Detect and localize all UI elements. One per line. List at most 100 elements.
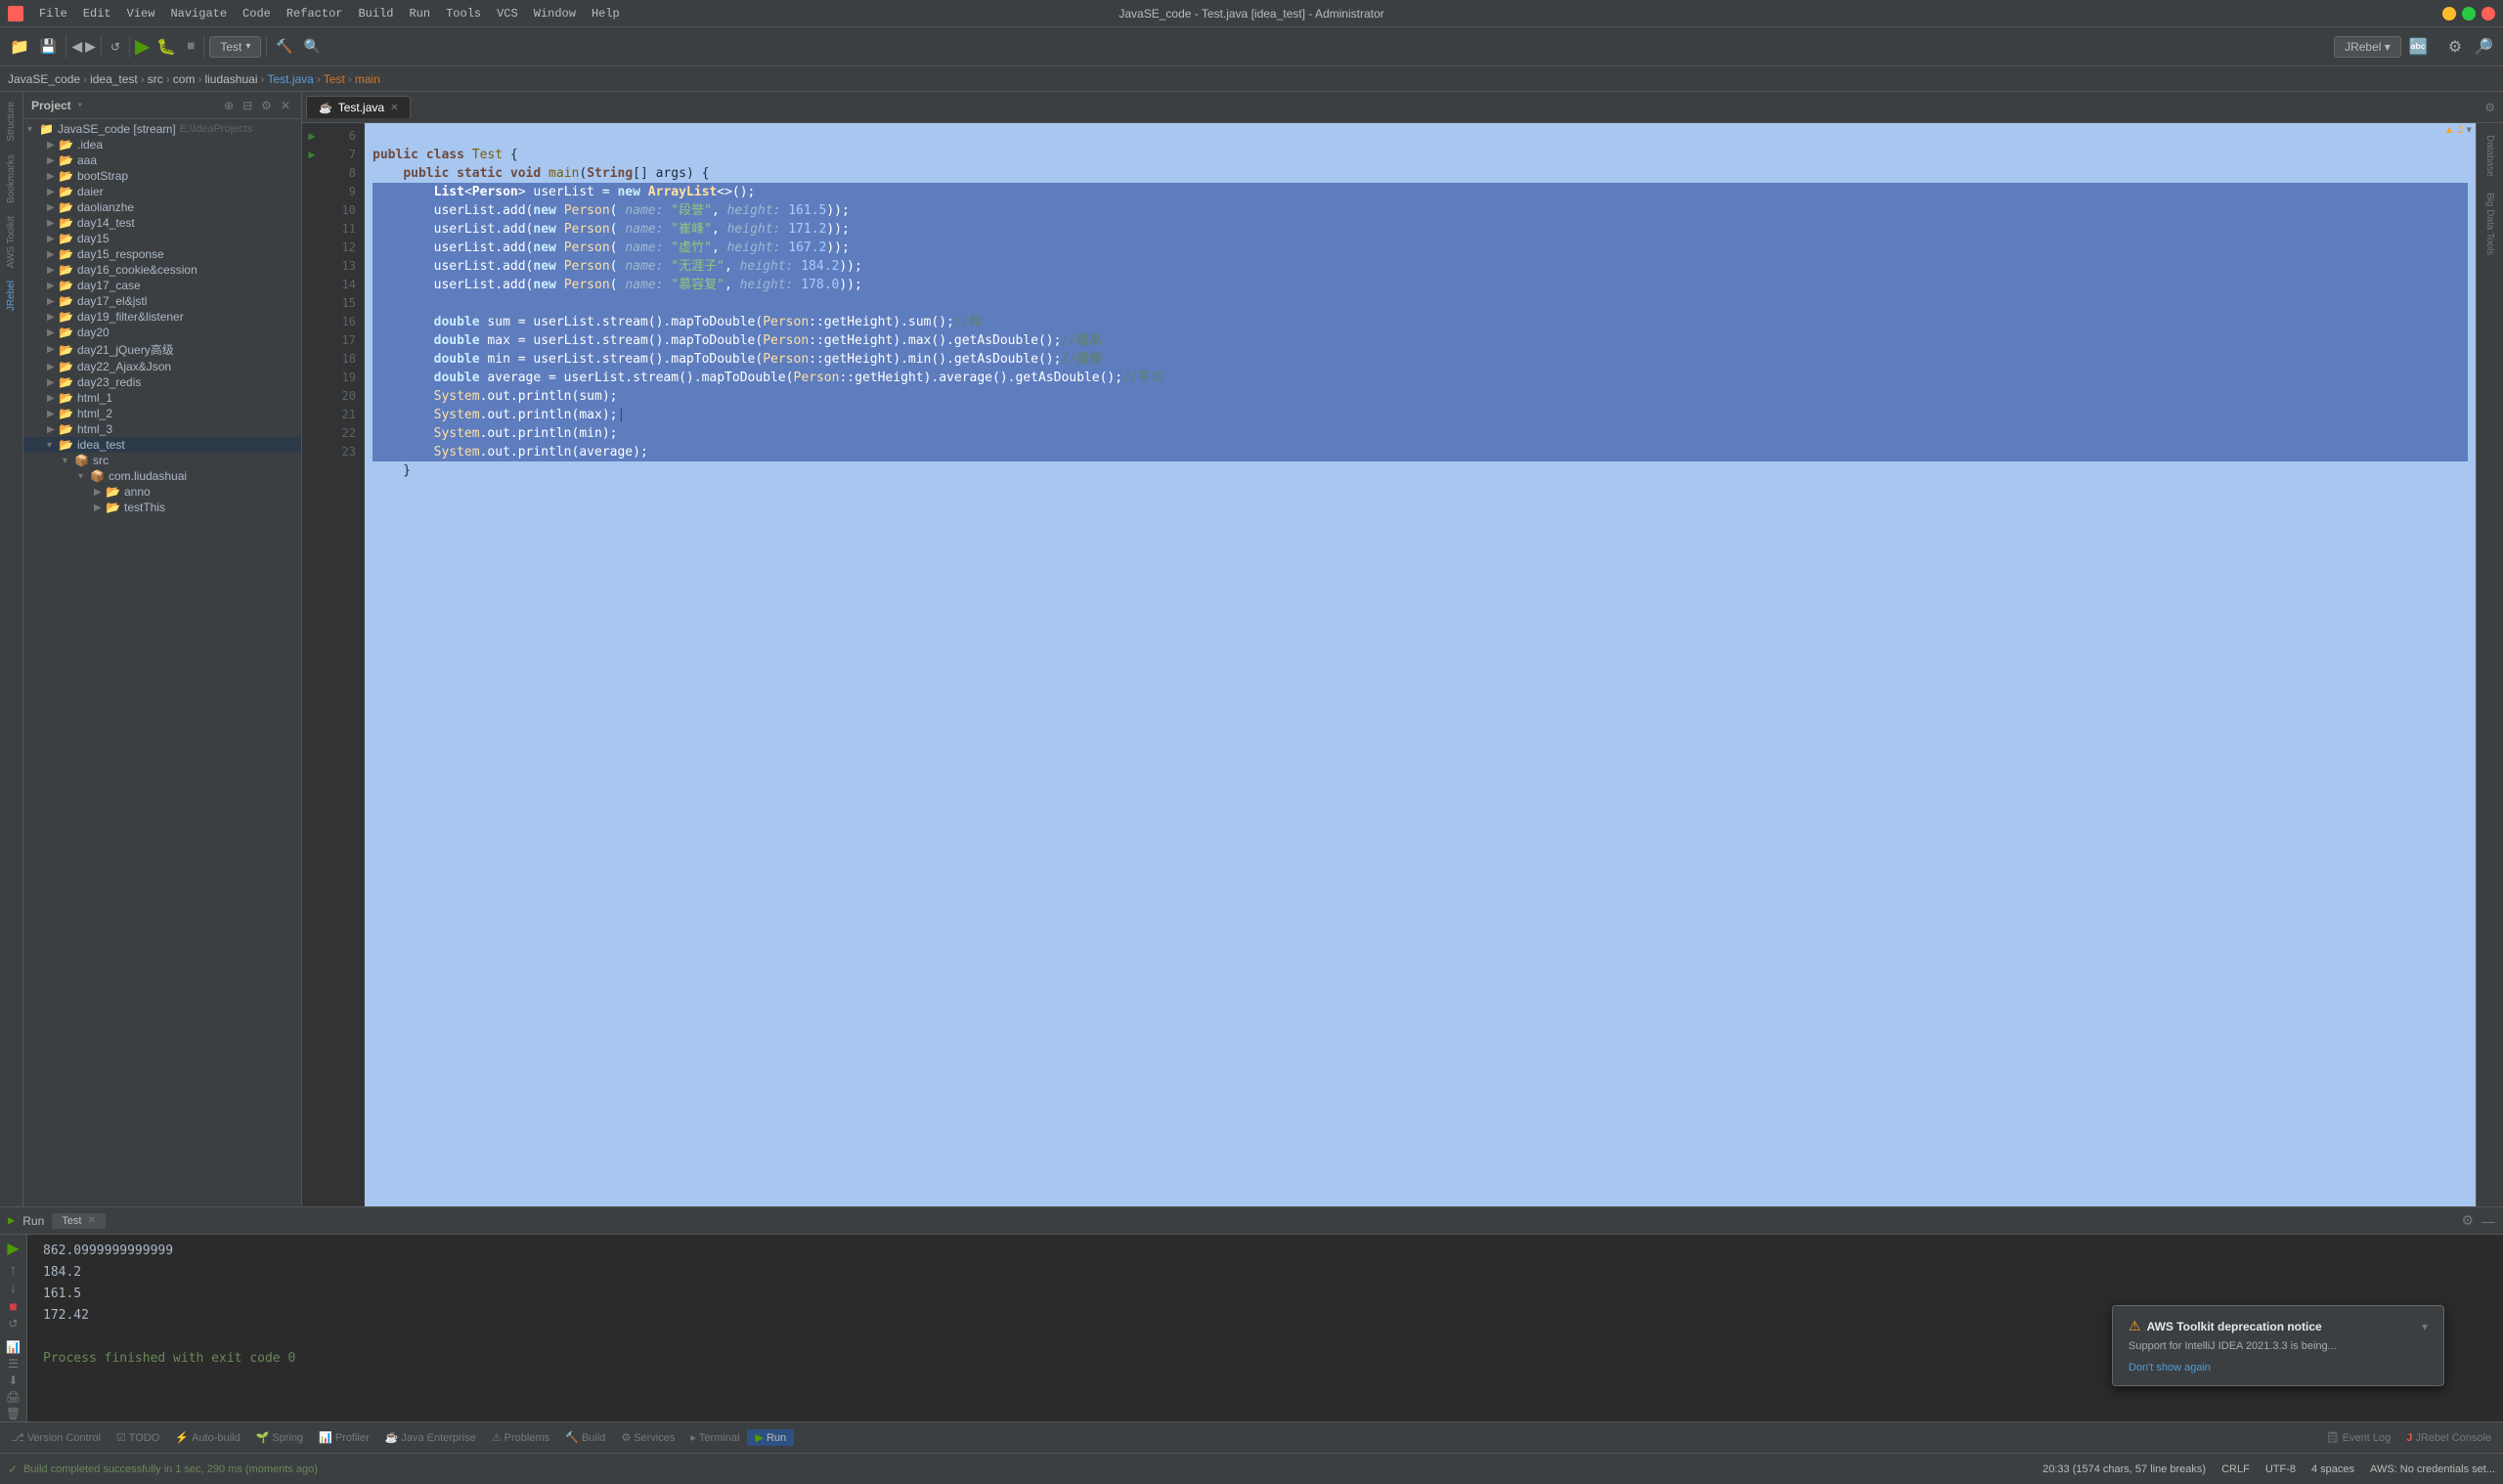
run-down-btn[interactable]: ↓	[10, 1280, 17, 1295]
close-button[interactable]	[2481, 7, 2495, 21]
run-tab[interactable]: Test ✕	[52, 1213, 106, 1229]
editor-settings-btn[interactable]: ⚙	[2484, 101, 2495, 114]
aws-notice-expand-btn[interactable]: ▾	[2422, 1320, 2428, 1333]
project-collapse-btn[interactable]: ⊟	[240, 98, 255, 113]
breadcrumb-main[interactable]: main	[355, 72, 380, 86]
tree-daolianzhe[interactable]: ▶ 📂 daolianzhe	[23, 199, 301, 215]
editor-tab-testjava[interactable]: ☕ Test.java ✕	[306, 96, 411, 118]
code-editor[interactable]: public class Test { public static void m…	[365, 123, 2476, 1206]
file-charset[interactable]: UTF-8	[2265, 1463, 2296, 1475]
line-ending[interactable]: CRLF	[2221, 1463, 2250, 1475]
run-filter-btn[interactable]: ☰	[8, 1357, 19, 1371]
run-trash-btn[interactable]: 🗑	[6, 1407, 21, 1420]
menu-edit[interactable]: Edit	[75, 5, 119, 22]
tree-idea-test[interactable]: ▾ 📂 idea_test	[23, 437, 301, 453]
tree-day17case[interactable]: ▶ 📂 day17_case	[23, 278, 301, 293]
tree-day16[interactable]: ▶ 📂 day16_cookie&cession	[23, 262, 301, 278]
tree-day22[interactable]: ▶ 📂 day22_Ajax&Json	[23, 359, 301, 374]
menu-file[interactable]: File	[31, 5, 75, 22]
tree-html1[interactable]: ▶ 📂 html_1	[23, 390, 301, 406]
run-print-btn[interactable]: 🖨	[6, 1390, 21, 1404]
aws-status[interactable]: AWS: No credentials set...	[2370, 1463, 2495, 1475]
btm-run[interactable]: ▶ Run	[747, 1429, 794, 1446]
breadcrumb-testjava[interactable]: Test.java	[267, 72, 313, 86]
expand-warning-icon[interactable]: ▾	[2466, 123, 2472, 136]
btm-auto-build[interactable]: ⚡ Auto-build	[167, 1429, 247, 1446]
run-dump-btn[interactable]: 📊	[6, 1340, 21, 1354]
breadcrumb-root[interactable]: JavaSE_code	[8, 72, 80, 86]
menu-tools[interactable]: Tools	[438, 5, 489, 22]
run-button[interactable]: ▶	[135, 34, 150, 59]
menu-code[interactable]: Code	[235, 5, 279, 22]
tree-html3[interactable]: ▶ 📂 html_3	[23, 421, 301, 437]
breadcrumb-test-class[interactable]: Test	[324, 72, 345, 86]
menu-window[interactable]: Window	[526, 5, 584, 22]
tree-com-pkg[interactable]: ▾ 📦 com.liudashuai	[23, 468, 301, 484]
btm-build[interactable]: 🔨 Build	[557, 1429, 613, 1446]
toolbar-project-btn[interactable]: 📁	[6, 35, 33, 59]
menu-navigate[interactable]: Navigate	[162, 5, 235, 22]
debug-button[interactable]: 🐛	[153, 35, 180, 59]
run-tab-close-icon[interactable]: ✕	[87, 1215, 95, 1226]
btm-terminal[interactable]: ▸ Terminal	[682, 1429, 747, 1446]
menu-refactor[interactable]: Refactor	[279, 5, 351, 22]
run-scroll-btn[interactable]: ⬇	[8, 1374, 18, 1387]
btm-jrebel-console[interactable]: J JRebel Console	[2398, 1430, 2499, 1446]
toolbar-revert-btn[interactable]: ↺	[107, 38, 124, 56]
toolbar-search-btn[interactable]: 🔍	[300, 36, 325, 57]
tree-day23[interactable]: ▶ 📂 day23_redis	[23, 374, 301, 390]
toolbar-search-everywhere-btn[interactable]: 🔎	[2470, 35, 2497, 59]
code-area[interactable]: ▶ ▶ 678910111213141	[302, 123, 2503, 1206]
btm-problems[interactable]: ⚠ Problems	[484, 1429, 557, 1446]
warning-indicator[interactable]: ▲ 2 ▾	[2443, 123, 2472, 136]
toolbar-translate-btn[interactable]: 🔤	[2405, 35, 2433, 59]
menu-view[interactable]: View	[119, 5, 163, 22]
run-minimize-btn[interactable]: —	[2481, 1213, 2495, 1229]
tree-daier[interactable]: ▶ 📂 daier	[23, 184, 301, 199]
menu-vcs[interactable]: VCS	[489, 5, 526, 22]
database-tab-btn[interactable]: Database	[2481, 127, 2499, 185]
run-line-7-icon[interactable]: ▶	[308, 148, 315, 162]
breadcrumb-idea-test[interactable]: idea_test	[90, 72, 138, 86]
tree-src[interactable]: ▾ 📦 src	[23, 453, 301, 468]
jrebel-tab-btn[interactable]: JRebel	[4, 275, 19, 317]
tree-testthis[interactable]: ▶ 📂 testThis	[23, 500, 301, 515]
tab-close-icon[interactable]: ✕	[390, 103, 398, 113]
menu-build[interactable]: Build	[350, 5, 401, 22]
breadcrumb-liudashuai[interactable]: liudashuai	[204, 72, 257, 86]
btm-services[interactable]: ⚙ Services	[613, 1429, 682, 1446]
indent-setting[interactable]: 4 spaces	[2311, 1463, 2354, 1475]
tree-anno[interactable]: ▶ 📂 anno	[23, 484, 301, 500]
menu-run[interactable]: Run	[401, 5, 438, 22]
run-stop-btn[interactable]: ■	[9, 1298, 17, 1314]
tree-day14[interactable]: ▶ 📂 day14_test	[23, 215, 301, 231]
project-locate-btn[interactable]: ⊕	[221, 98, 237, 113]
structure-tab-btn[interactable]: Structure	[4, 96, 19, 148]
bookmarks-tab-btn[interactable]: Bookmarks	[4, 149, 19, 209]
aws-tab-btn[interactable]: AWS Toolkit	[4, 210, 19, 274]
toolbar-save-btn[interactable]: 💾	[36, 36, 61, 57]
project-close-btn[interactable]: ✕	[278, 98, 293, 113]
tree-bootstrap[interactable]: ▶ 📂 bootStrap	[23, 168, 301, 184]
run-config-selector[interactable]: Test▾	[209, 36, 261, 58]
minimize-button[interactable]	[2442, 7, 2456, 21]
run-line-6-icon[interactable]: ▶	[308, 129, 315, 144]
tree-aaa[interactable]: ▶ 📂 aaa	[23, 153, 301, 168]
big-data-tools-tab-btn[interactable]: Big Data Tools	[2481, 185, 2499, 263]
stop-run-button[interactable]: ⏹	[183, 36, 198, 58]
project-settings-btn[interactable]: ⚙	[258, 98, 275, 113]
tree-day20[interactable]: ▶ 📂 day20	[23, 325, 301, 340]
maximize-button[interactable]	[2462, 7, 2476, 21]
tree-day15[interactable]: ▶ 📂 day15	[23, 231, 301, 246]
tree-day19[interactable]: ▶ 📂 day19_filter&listener	[23, 309, 301, 325]
tree-day15resp[interactable]: ▶ 📂 day15_response	[23, 246, 301, 262]
tree-day17el[interactable]: ▶ 📂 day17_el&jstl	[23, 293, 301, 309]
project-dropdown-icon[interactable]: ▾	[77, 100, 83, 111]
tree-root[interactable]: ▾ 📁 JavaSE_code [stream] E:\IdeaProjects	[23, 121, 301, 137]
aws-dont-show-link[interactable]: Don't show again	[2129, 1362, 2211, 1374]
jrebel-selector[interactable]: JRebel ▾	[2334, 36, 2401, 58]
btm-todo[interactable]: ☑ TODO	[109, 1429, 167, 1446]
tree-day21[interactable]: ▶ 📂 day21_jQuery高级	[23, 340, 301, 359]
breadcrumb-com[interactable]: com	[173, 72, 196, 86]
menu-help[interactable]: Help	[584, 5, 628, 22]
